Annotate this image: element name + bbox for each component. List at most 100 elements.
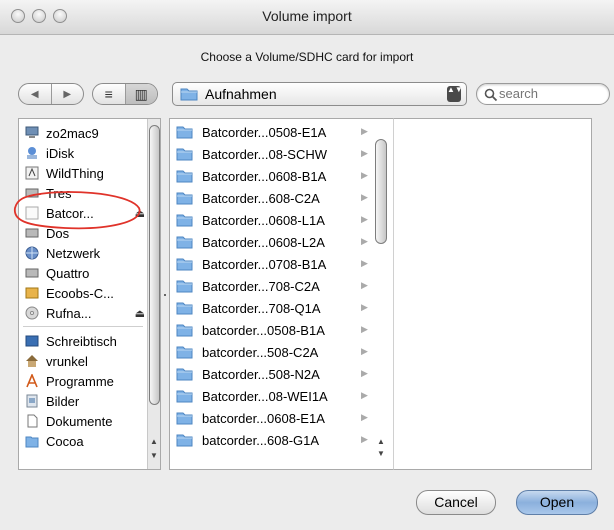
folder-icon — [176, 258, 193, 271]
applications-icon — [26, 374, 38, 388]
column-scrollbar[interactable]: ▲ ▼ — [372, 119, 392, 469]
window-title: Volume import — [262, 8, 352, 24]
sidebar-item-label: Quattro — [46, 265, 90, 281]
sidebar-item-quattro[interactable]: Quattro — [25, 263, 145, 283]
folder-icon — [176, 170, 193, 183]
browser-column: Batcorder...0508-E1A ▶ Batcorder...08-SCHW… — [169, 118, 393, 470]
folder-row[interactable]: Batcorder...608-C2A ▶ — [176, 188, 368, 208]
forward-button[interactable]: ▶ — [50, 84, 84, 104]
folder-icon — [176, 126, 193, 139]
sidebar-item-netzwerk[interactable]: Netzwerk — [25, 243, 145, 263]
pane-splitter[interactable] — [161, 118, 169, 470]
folder-row-label: Batcorder...708-Q1A — [202, 300, 321, 316]
sidebar-item-ecoobs[interactable]: Ecoobs-C... — [25, 283, 145, 303]
sidebar-item-label: Ecoobs-C... — [46, 285, 114, 301]
sidebar-item-vrunkel[interactable]: vrunkel — [25, 351, 145, 371]
sidebar-item-label: Rufna... — [46, 305, 92, 321]
sidebar-item-cocoa[interactable]: Cocoa — [25, 431, 145, 451]
sidebar-item-bilder[interactable]: Bilder — [25, 391, 145, 411]
sidebar-item-label: Netzwerk — [46, 245, 101, 261]
scroll-up-arrow-icon[interactable]: ▲ — [377, 437, 385, 446]
folder-row[interactable]: Batcorder...08-SCHW ▶ — [176, 144, 368, 164]
folder-row[interactable]: Batcorder...0608-B1A ▶ — [176, 166, 368, 186]
folder-row[interactable]: batcorder...608-G1A ▶ — [176, 430, 368, 450]
folder-icon — [176, 148, 193, 161]
cancel-button[interactable]: Cancel — [416, 490, 496, 515]
sidebar-item-label: Schreibtisch — [46, 333, 117, 349]
folder-row-label: Batcorder...0608-B1A — [202, 168, 327, 184]
forward-arrow-icon: ▶ — [63, 88, 72, 100]
browser-column-empty — [393, 118, 592, 470]
folder-row[interactable]: Batcorder...708-Q1A ▶ — [176, 298, 368, 318]
search-input[interactable] — [499, 86, 599, 101]
disclosure-arrow-icon: ▶ — [361, 148, 368, 158]
folder-icon — [176, 434, 193, 447]
idisk-icon — [27, 147, 37, 159]
folder-row[interactable]: Batcorder...508-N2A ▶ — [176, 364, 368, 384]
computer-icon — [25, 126, 39, 138]
folder-row[interactable]: Batcorder...08-WEI1A ▶ — [176, 386, 368, 406]
disclosure-arrow-icon: ▶ — [361, 126, 368, 136]
folder-row[interactable]: Batcorder...0708-B1A ▶ — [176, 254, 368, 274]
sidebar-item-idisk[interactable]: iDisk — [25, 143, 145, 163]
folder-row-label: Batcorder...0608-L2A — [202, 234, 325, 250]
column-scroll-thumb[interactable] — [375, 139, 387, 244]
sidebar-item-label: Programme — [46, 373, 114, 389]
folder-row-label: Batcorder...0708-B1A — [202, 256, 327, 272]
folder-row-label: Batcorder...608-C2A — [202, 190, 320, 206]
disclosure-arrow-icon: ▶ — [361, 280, 368, 290]
sidebar-item-dokumente[interactable]: Dokumente — [25, 411, 145, 431]
folder-row[interactable]: Batcorder...708-C2A ▶ — [176, 276, 368, 296]
search-field[interactable] — [476, 83, 610, 105]
scroll-down-arrow-icon[interactable]: ▼ — [150, 451, 158, 460]
disclosure-arrow-icon: ▶ — [361, 258, 368, 268]
sidebar-item-label: vrunkel — [46, 353, 88, 369]
sidebar-item-label: zo2mac9 — [46, 125, 99, 141]
folder-row[interactable]: batcorder...0608-E1A ▶ — [176, 408, 368, 428]
folder-row-label: Batcorder...08-WEI1A — [202, 388, 328, 404]
back-arrow-icon: ◀ — [30, 88, 39, 100]
sidebar-item-rufna[interactable]: Rufna... ⏏ — [25, 303, 145, 323]
folder-row[interactable]: Batcorder...0508-E1A ▶ — [176, 122, 368, 142]
folder-icon — [176, 390, 193, 403]
folder-row-label: Batcorder...0508-E1A — [202, 124, 327, 140]
eject-icon[interactable]: ⏏ — [135, 307, 145, 320]
disclosure-arrow-icon: ▶ — [361, 170, 368, 180]
home-icon — [26, 355, 38, 367]
folder-row[interactable]: Batcorder...0608-L1A ▶ — [176, 210, 368, 230]
disclosure-arrow-icon: ▶ — [361, 302, 368, 312]
open-button[interactable]: Open — [516, 490, 598, 515]
disclosure-arrow-icon: ▶ — [361, 214, 368, 224]
folder-icon — [176, 280, 193, 293]
folder-icon — [176, 214, 193, 227]
volume-import-dialog: Volume import Choose a Volume/SDHC card … — [0, 0, 614, 530]
folder-row[interactable]: batcorder...508-C2A ▶ — [176, 342, 368, 362]
dialog-prompt: Choose a Volume/SDHC card for import — [200, 50, 414, 64]
disclosure-arrow-icon: ▶ — [361, 390, 368, 400]
list-view-button[interactable]: ≡ — [93, 84, 125, 104]
sidebar-item-wildthing[interactable]: WildThing — [25, 163, 145, 183]
location-label: Aufnahmen — [205, 86, 277, 102]
title-bar: Volume import — [0, 0, 614, 35]
sidebar-item-schreibtisch[interactable]: Schreibtisch — [25, 331, 145, 351]
back-forward-control: ◀ ▶ — [18, 83, 84, 105]
sidebar-item-label: Cocoa — [46, 433, 84, 449]
scroll-up-arrow-icon[interactable]: ▲ — [150, 437, 158, 446]
column-view-button[interactable]: ▥ — [124, 84, 157, 104]
disclosure-arrow-icon: ▶ — [361, 368, 368, 378]
disclosure-arrow-icon: ▶ — [361, 236, 368, 246]
sidebar-item-programme[interactable]: Programme — [25, 371, 145, 391]
sidebar-scroll-thumb[interactable] — [149, 125, 160, 405]
drive-icon — [25, 287, 39, 299]
annotation-circle — [13, 191, 141, 230]
location-popup[interactable]: Aufnahmen ▲▼ — [172, 82, 467, 106]
sidebar-scrollbar[interactable]: ▲ ▼ — [147, 119, 160, 469]
folder-row[interactable]: Batcorder...0608-L2A ▶ — [176, 232, 368, 252]
back-button[interactable]: ◀ — [19, 84, 51, 104]
scroll-down-arrow-icon[interactable]: ▼ — [377, 449, 385, 458]
sidebar-item-zo2mac9[interactable]: zo2mac9 — [25, 123, 145, 143]
folder-row[interactable]: batcorder...0508-B1A ▶ — [176, 320, 368, 340]
popup-arrows-icon: ▲▼ — [447, 86, 463, 102]
folder-icon — [176, 324, 193, 337]
external-drive-icon — [25, 166, 39, 180]
